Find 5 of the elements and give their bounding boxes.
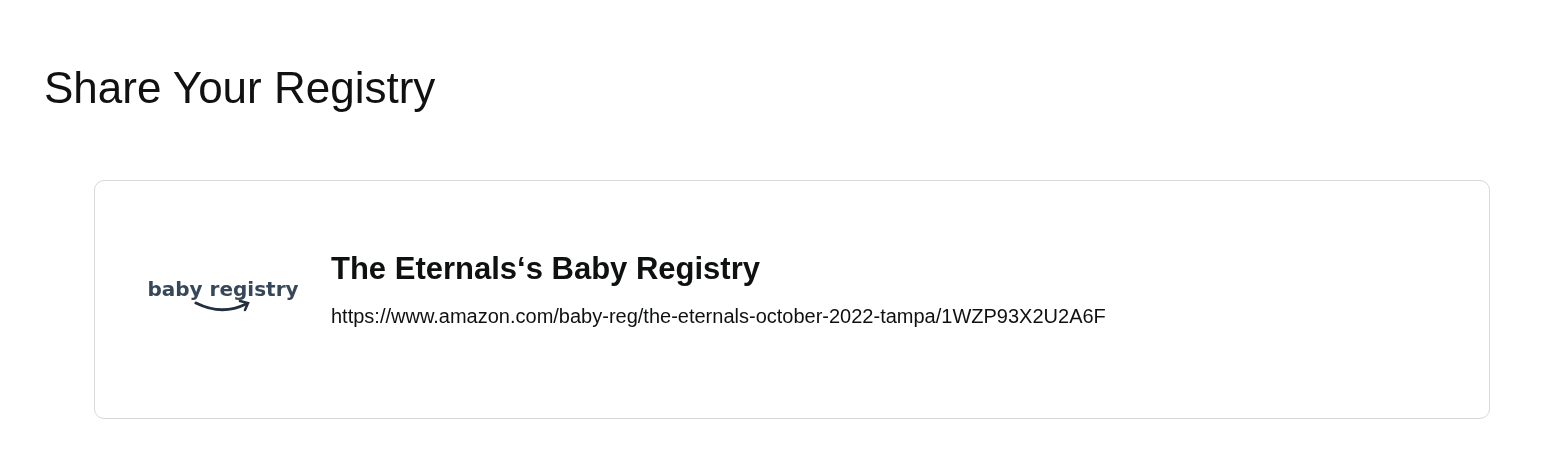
logo-text: baby registry: [147, 275, 299, 302]
page-title: Share Your Registry: [44, 62, 436, 114]
registry-url: https://www.amazon.com/baby-reg/the-eternals-october-2022-tampa/1WZP93X2U2A6F: [331, 303, 1106, 329]
smile-arrow-icon: [194, 299, 252, 314]
registry-title: The Eternals‘s Baby Registry: [331, 249, 761, 288]
